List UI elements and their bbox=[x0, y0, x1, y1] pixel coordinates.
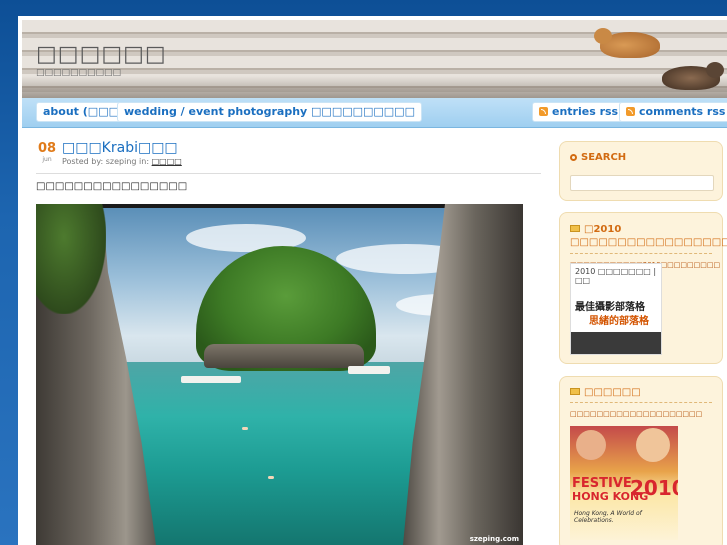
post-meta-prefix: Posted by: szeping in: bbox=[62, 157, 150, 166]
nav-bar: about (□□□□□ wedding / event photography… bbox=[22, 98, 727, 128]
rss-label: entries rss bbox=[552, 105, 619, 118]
photo-boat bbox=[348, 366, 390, 374]
festive-banner-image[interactable]: FESTIVE HONG KONG 2010 Hong Kong, A Worl… bbox=[570, 426, 678, 540]
envelope-icon bbox=[570, 388, 580, 395]
award-widget: □2010 □□□□□□□□□□□□□□□□□□□ □□□□□□□□□□□201… bbox=[559, 212, 727, 364]
header-shadow bbox=[22, 76, 727, 98]
site-subtitle: □□□□□□□□□□ bbox=[36, 68, 122, 78]
site-header: □□□□□□ □□□□□□□□□□ bbox=[22, 20, 727, 98]
banner-face bbox=[636, 428, 670, 462]
award-badge-image[interactable]: 2010 □□□□□□□ | □□ 最佳攝影部落格 思緒的部落格 bbox=[570, 263, 662, 355]
photo-moss bbox=[36, 204, 106, 314]
rss-icon bbox=[626, 107, 635, 116]
search-heading-label: SEARCH bbox=[581, 152, 627, 163]
photo-swimmer bbox=[268, 476, 274, 479]
nav-item-label: wedding / event photography □□□□□□□□□□ bbox=[124, 105, 415, 118]
photo-swimmer bbox=[242, 427, 248, 430]
festive-heading-label: □□□□□□ bbox=[584, 387, 641, 398]
search-input[interactable] bbox=[570, 175, 714, 191]
post-date: 08 jun bbox=[36, 142, 58, 164]
festive-widget: □□□□□□ □□□□□□□□□□□□□□□□□□□□ FESTIVE HONG… bbox=[559, 376, 723, 545]
photo-boat bbox=[181, 376, 241, 383]
banner-face bbox=[576, 430, 606, 460]
post-date-day: 08 bbox=[37, 141, 57, 156]
photo-island-cliff bbox=[204, 344, 364, 368]
award-heading-label: □2010 □□□□□□□□□□□□□□□□□□□ bbox=[570, 224, 727, 248]
cat-head-brown bbox=[706, 62, 724, 78]
post-meta: Posted by: szeping in: □□□□ bbox=[62, 157, 182, 166]
banner-word-festive: FESTIVE bbox=[572, 476, 632, 491]
cat-head-orange bbox=[594, 28, 612, 44]
widget-divider bbox=[570, 402, 712, 403]
post-intro-text: □□□□□□□□□□□□□□□□ bbox=[36, 181, 188, 192]
rss-icon bbox=[539, 107, 548, 116]
search-icon bbox=[570, 154, 577, 161]
post-title[interactable]: □□□Krabi□□□ bbox=[62, 140, 178, 156]
banner-tagline: Hong Kong, A World of Celebrations. bbox=[574, 510, 642, 524]
post-category-link[interactable]: □□□□ bbox=[152, 157, 182, 166]
envelope-icon bbox=[570, 225, 580, 232]
entries-rss-link[interactable]: entries rss bbox=[532, 102, 626, 122]
widget-divider bbox=[570, 253, 712, 254]
award-badge-main: 最佳攝影部落格 bbox=[575, 302, 645, 313]
post-photo[interactable]: szeping.com bbox=[36, 204, 523, 545]
award-badge-sub: 思緒的部落格 bbox=[589, 316, 649, 327]
rss-label: comments rss bbox=[639, 105, 726, 118]
page-container: □□□□□□ □□□□□□□□□□ about (□□□□□ wedding /… bbox=[18, 16, 727, 545]
festive-heading: □□□□□□ bbox=[560, 377, 722, 398]
award-heading: □2010 □□□□□□□□□□□□□□□□□□□ bbox=[560, 213, 727, 249]
award-badge-top: 2010 □□□□□□□ | □□ bbox=[575, 267, 657, 285]
comments-rss-link[interactable]: comments rss bbox=[619, 102, 727, 122]
award-badge-footer bbox=[571, 332, 661, 354]
photo-watermark: szeping.com bbox=[469, 535, 519, 543]
post-divider bbox=[36, 173, 541, 174]
site-title[interactable]: □□□□□□ bbox=[36, 42, 167, 67]
nav-item-wedding[interactable]: wedding / event photography □□□□□□□□□□ bbox=[117, 102, 422, 122]
search-widget: SEARCH bbox=[559, 141, 723, 201]
post-date-month: jun bbox=[42, 156, 52, 163]
search-heading: SEARCH bbox=[560, 142, 722, 163]
festive-link[interactable]: □□□□□□□□□□□□□□□□□□□□ bbox=[560, 409, 722, 419]
banner-year: 2010 bbox=[630, 476, 678, 500]
